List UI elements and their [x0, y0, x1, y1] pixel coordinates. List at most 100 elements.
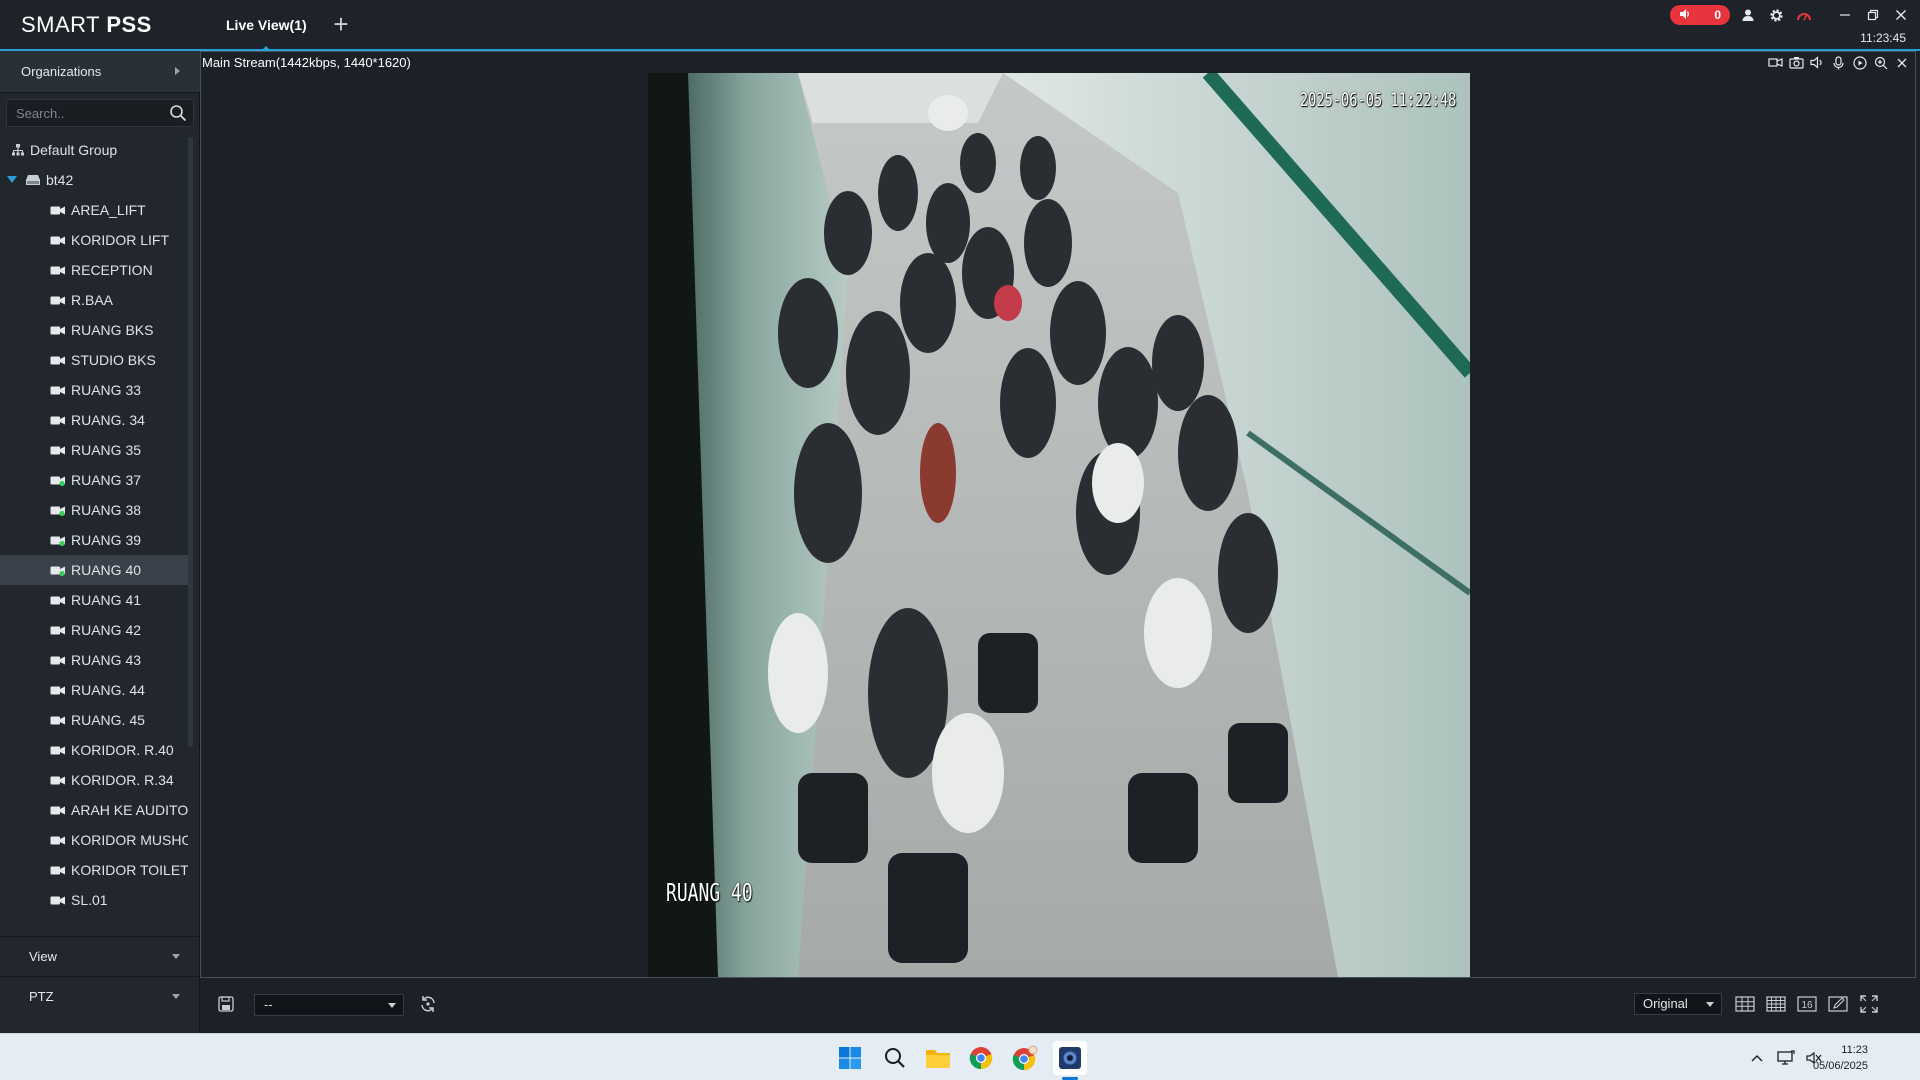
- chevron-down-icon: [172, 954, 180, 959]
- channel-label: RUANG 38: [71, 502, 142, 518]
- fullscreen-icon[interactable]: [1858, 994, 1880, 1014]
- channel-item[interactable]: KORIDOR LIFT: [0, 225, 188, 255]
- channel-list: AREA_LIFT KORIDOR LIFT RECEPTION R.BAA RUANG…: [0, 195, 188, 925]
- video-window-toolbar: [1768, 55, 1909, 70]
- tree-root-default-group[interactable]: Default Group: [0, 135, 188, 165]
- camera-icon: [50, 775, 66, 786]
- restore-icon[interactable]: [1863, 5, 1883, 25]
- system-clock: 11:23:45: [1860, 31, 1906, 45]
- channel-item[interactable]: RUANG 37: [0, 465, 188, 495]
- zoom-icon[interactable]: [1873, 55, 1888, 70]
- channel-item[interactable]: RUANG. 44: [0, 675, 188, 705]
- channel-item[interactable]: AREA_LIFT: [0, 195, 188, 225]
- organizations-header[interactable]: Organizations: [0, 51, 200, 93]
- live-view-toolbar: -- Original 16: [200, 978, 1920, 1033]
- network-icon[interactable]: [1772, 1041, 1800, 1075]
- channel-item[interactable]: RUANG 42: [0, 615, 188, 645]
- user-icon[interactable]: [1738, 5, 1758, 25]
- channel-label: RUANG 43: [71, 652, 142, 668]
- close-icon[interactable]: [1891, 5, 1911, 25]
- view-select[interactable]: --: [254, 994, 404, 1016]
- alarm-counter-button[interactable]: 0: [1670, 5, 1730, 25]
- channel-item[interactable]: RUANG 35: [0, 435, 188, 465]
- channel-label: RECEPTION: [71, 262, 153, 278]
- channel-item[interactable]: STUDIO BKS: [0, 345, 188, 375]
- tree-device-bt42[interactable]: bt42: [0, 165, 188, 195]
- channel-item[interactable]: RUANG. 34: [0, 405, 188, 435]
- gear-icon[interactable]: [1766, 5, 1786, 25]
- search-icon[interactable]: [169, 104, 187, 122]
- view-section-label: View: [29, 949, 57, 964]
- custom-layout-icon[interactable]: [1827, 994, 1849, 1014]
- channel-item[interactable]: SL.01: [0, 885, 188, 915]
- camera-icon: [50, 595, 66, 606]
- camera-icon: [50, 655, 66, 666]
- tab-live-view[interactable]: Live View(1): [210, 0, 323, 51]
- live-view-window[interactable]: Main Stream(1442kbps, 1440*1620) 2025-06…: [200, 51, 1916, 978]
- camera-online-icon: [50, 505, 66, 516]
- layout-9-icon[interactable]: [1765, 994, 1787, 1014]
- channel-label: RUANG. 45: [71, 712, 145, 728]
- osd-timestamp: 2025-06-05 11:22:48: [1299, 89, 1456, 111]
- close-icon[interactable]: [1894, 55, 1909, 70]
- snapshot-icon[interactable]: [1789, 55, 1804, 70]
- taskbar-search-icon[interactable]: [878, 1041, 912, 1075]
- camera-icon: [50, 205, 66, 216]
- channel-item[interactable]: RUANG 40: [0, 555, 188, 585]
- channel-item[interactable]: RUANG 33: [0, 375, 188, 405]
- channel-item[interactable]: R.BAA: [0, 285, 188, 315]
- refresh-button[interactable]: [418, 994, 440, 1016]
- channel-item[interactable]: RUANG 43: [0, 645, 188, 675]
- camera-online-icon: [50, 475, 66, 486]
- channel-label: SL.01: [71, 892, 108, 908]
- channel-item[interactable]: RECEPTION: [0, 255, 188, 285]
- file-explorer-icon[interactable]: [921, 1041, 955, 1075]
- expand-arrow-icon[interactable]: [7, 176, 17, 184]
- camera-icon: [50, 925, 66, 926]
- save-view-button[interactable]: [217, 995, 237, 1015]
- camera-icon: [50, 235, 66, 246]
- channel-item[interactable]: ARAH KE AUDITOF: [0, 795, 188, 825]
- channel-item[interactable]: RUANG. 45: [0, 705, 188, 735]
- channel-item[interactable]: AUDITO 01: [0, 915, 188, 925]
- channel-label: RUANG 41: [71, 592, 142, 608]
- camera-icon: [50, 355, 66, 366]
- aspect-ratio-value: Original: [1643, 996, 1688, 1011]
- channel-item[interactable]: RUANG 38: [0, 495, 188, 525]
- channel-label: ARAH KE AUDITOF: [71, 802, 188, 818]
- aspect-ratio-select[interactable]: Original: [1634, 993, 1722, 1015]
- performance-icon[interactable]: [1794, 5, 1814, 25]
- add-tab-button[interactable]: +: [328, 11, 354, 38]
- windows-start-icon[interactable]: [833, 1041, 867, 1075]
- search-input[interactable]: [16, 100, 166, 126]
- channel-item[interactable]: KORIDOR. R.40: [0, 735, 188, 765]
- camera-icon: [50, 835, 66, 846]
- channel-item[interactable]: KORIDOR TOILET: [0, 855, 188, 885]
- layout-16-icon[interactable]: 16: [1796, 994, 1818, 1014]
- stream-switch-icon[interactable]: [1768, 55, 1783, 70]
- ptz-section-header[interactable]: PTZ: [0, 976, 200, 1016]
- minimize-icon[interactable]: [1835, 5, 1855, 25]
- channel-label: KORIDOR TOILET: [71, 862, 188, 878]
- channel-item[interactable]: KORIDOR. R.34: [0, 765, 188, 795]
- camera-feed[interactable]: 2025-06-05 11:22:48 RUANG 40: [648, 73, 1470, 977]
- view-section-header[interactable]: View: [0, 936, 200, 976]
- smart-pss-taskbar-icon[interactable]: [1053, 1041, 1087, 1080]
- windows-taskbar: 11:23 05/06/2025: [0, 1033, 1920, 1080]
- tray-chevron-up-icon[interactable]: [1742, 1041, 1772, 1075]
- chrome-profile-icon[interactable]: [1008, 1041, 1042, 1075]
- taskbar-clock[interactable]: 11:23 05/06/2025: [1813, 1042, 1868, 1074]
- channel-item[interactable]: KORIDOR MUSHO: [0, 825, 188, 855]
- record-icon[interactable]: [1852, 55, 1867, 70]
- channel-item[interactable]: RUANG 41: [0, 585, 188, 615]
- channel-label: RUANG 33: [71, 382, 142, 398]
- audio-icon[interactable]: [1810, 55, 1825, 70]
- channel-item[interactable]: RUANG BKS: [0, 315, 188, 345]
- layout-4-icon[interactable]: [1734, 994, 1756, 1014]
- camera-online-icon: [50, 565, 66, 576]
- talk-icon[interactable]: [1831, 55, 1846, 70]
- chrome-icon[interactable]: [964, 1041, 998, 1075]
- tree-scrollbar[interactable]: [188, 137, 193, 747]
- camera-online-icon: [50, 535, 66, 546]
- channel-item[interactable]: RUANG 39: [0, 525, 188, 555]
